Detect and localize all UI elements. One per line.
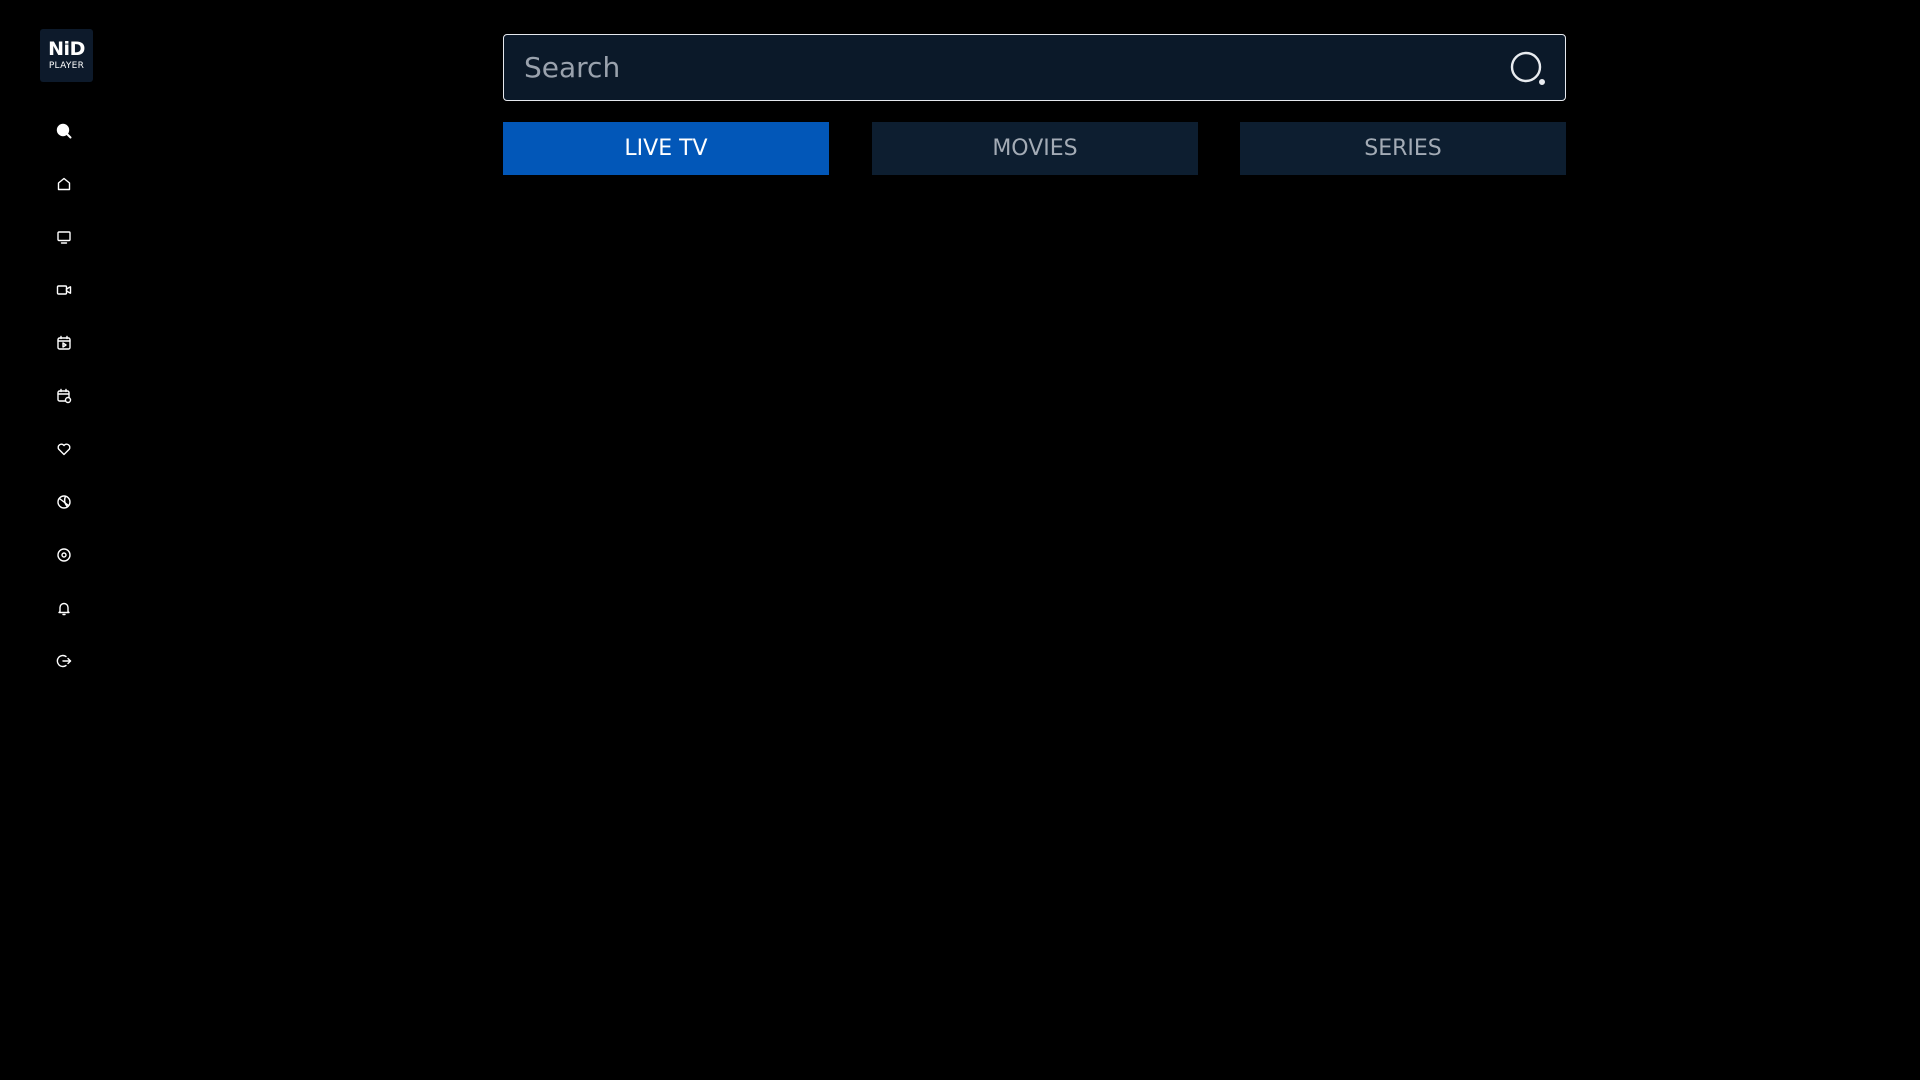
logo-subtitle: PLAYER <box>48 61 85 71</box>
sidebar: NiD PLAYER <box>0 0 128 1080</box>
sidebar-item-logout[interactable] <box>54 653 74 673</box>
logo-text: NiD <box>48 38 85 60</box>
bell-icon <box>56 600 72 620</box>
sidebar-item-catchup[interactable] <box>54 388 74 408</box>
tab-label: LIVE TV <box>624 136 708 161</box>
tab-label: SERIES <box>1364 136 1442 161</box>
tab-live-tv[interactable]: LIVE TV <box>503 122 829 175</box>
search-button[interactable] <box>1509 50 1547 88</box>
video-camera-icon <box>56 282 72 302</box>
magnifier-icon <box>1509 51 1547 92</box>
calendar-play-icon <box>56 335 72 355</box>
sidebar-item-settings[interactable] <box>54 547 74 567</box>
sidebar-item-live-tv[interactable] <box>54 229 74 249</box>
tv-icon <box>56 229 72 249</box>
sidebar-item-movies[interactable] <box>54 282 74 302</box>
search-bar <box>503 34 1566 101</box>
sidebar-item-favorites[interactable] <box>54 441 74 461</box>
search-input[interactable] <box>524 35 1484 100</box>
home-icon <box>56 176 72 196</box>
sidebar-item-series[interactable] <box>54 335 74 355</box>
search-icon <box>56 123 72 143</box>
settings-icon <box>56 547 72 567</box>
sidebar-item-notifications[interactable] <box>54 600 74 620</box>
logout-icon <box>56 653 72 673</box>
logo-wordmark: NiD <box>48 39 85 59</box>
app-root: NiD PLAYER Search LIVE TV MOVIES SERIES <box>0 0 1920 1080</box>
tab-label: MOVIES <box>992 136 1078 161</box>
sidebar-item-search[interactable] <box>54 123 74 143</box>
sidebar-item-sports[interactable] <box>54 494 74 514</box>
heart-icon <box>56 441 72 461</box>
sidebar-item-home[interactable] <box>54 176 74 196</box>
sports-ball-icon <box>56 494 72 514</box>
app-logo: NiD PLAYER <box>40 29 93 82</box>
tab-series[interactable]: SERIES <box>1240 122 1566 175</box>
tab-movies[interactable]: MOVIES <box>872 122 1198 175</box>
calendar-settings-icon <box>56 388 72 408</box>
